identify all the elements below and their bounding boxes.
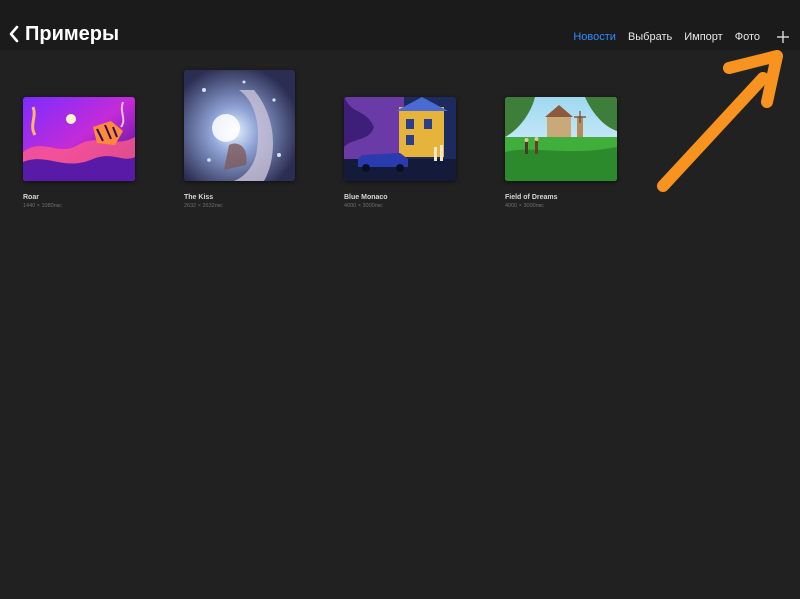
nav-photo[interactable]: Фото xyxy=(735,28,760,46)
artwork-thumbnail[interactable] xyxy=(344,97,456,181)
nav-news[interactable]: Новости xyxy=(573,28,616,46)
nav-select[interactable]: Выбрать xyxy=(628,28,672,46)
nav-import[interactable]: Импорт xyxy=(684,28,722,46)
page-title: Примеры xyxy=(25,23,120,45)
artwork-title: Roar xyxy=(23,194,39,201)
artwork-size: 4000 × 3000пкс xyxy=(505,203,544,209)
plus-icon xyxy=(777,31,789,43)
artwork-thumbnail[interactable] xyxy=(505,97,617,181)
artwork-card-roar[interactable]: Roar 1440 × 1080пкс xyxy=(23,97,135,217)
artwork-gallery: Roar 1440 × 1080пкс The Kiss 2632 × 2632… xyxy=(0,50,800,599)
artwork-title: Blue Monaco xyxy=(344,194,388,201)
chevron-left-icon xyxy=(9,25,19,43)
top-bar: Примеры Новости Выбрать Импорт Фото xyxy=(0,0,800,50)
artwork-size: 2632 × 2632пкс xyxy=(184,203,223,209)
artwork-thumbnail[interactable] xyxy=(23,97,135,181)
artwork-title: Field of Dreams xyxy=(505,194,558,201)
toolbar-nav: Новости Выбрать Импорт Фото xyxy=(561,28,790,46)
artwork-size: 1440 × 1080пкс xyxy=(23,203,62,209)
artwork-card-field-of-dreams[interactable]: Field of Dreams 4000 × 3000пкс xyxy=(505,97,617,217)
artwork-title: The Kiss xyxy=(184,194,214,201)
artwork-size: 4000 × 3000пкс xyxy=(344,203,383,209)
back-button[interactable]: Примеры xyxy=(8,20,119,48)
artwork-card-blue-monaco[interactable]: Blue Monaco 4000 × 3000пкс xyxy=(344,97,456,217)
add-button[interactable] xyxy=(776,30,790,44)
artwork-thumbnail[interactable] xyxy=(184,70,295,181)
artwork-card-the-kiss[interactable]: The Kiss 2632 × 2632пкс xyxy=(184,70,296,220)
